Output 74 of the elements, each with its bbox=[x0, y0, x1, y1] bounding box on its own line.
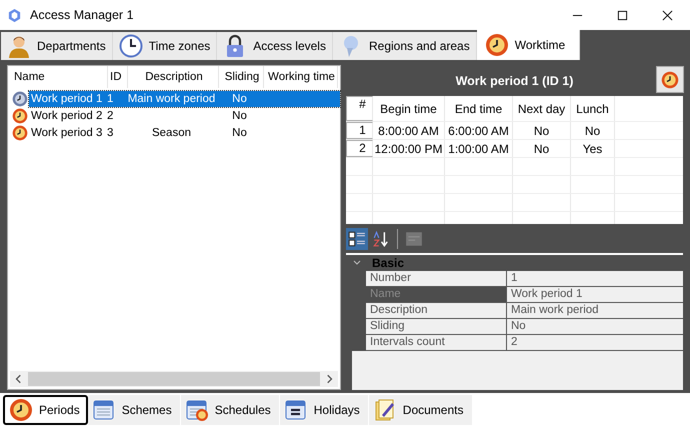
column-header[interactable]: Next day bbox=[513, 96, 571, 121]
table-cell: No bbox=[571, 122, 615, 139]
column-header[interactable]: ID bbox=[108, 66, 128, 88]
tab[interactable]: Departments bbox=[1, 32, 113, 60]
table-cell: 8:00:00 AM bbox=[373, 122, 445, 139]
column-header[interactable]: # bbox=[346, 96, 373, 121]
clock-icon bbox=[9, 398, 33, 422]
column-header[interactable]: End time bbox=[445, 96, 513, 121]
clock-icon bbox=[12, 108, 28, 124]
horizontal-scrollbar[interactable] bbox=[10, 371, 338, 387]
tab[interactable]: Regions and areas bbox=[332, 32, 477, 60]
tab[interactable]: Schedules bbox=[180, 395, 280, 425]
clock-icon bbox=[661, 70, 679, 88]
document-pen-icon bbox=[372, 398, 397, 422]
table-cell-text: No bbox=[231, 108, 248, 124]
calendar-icon bbox=[284, 398, 308, 422]
table-cell-text: No bbox=[231, 126, 248, 140]
table-cell-text: No bbox=[231, 92, 248, 106]
column-header[interactable]: Working time bbox=[264, 66, 338, 88]
period-title: Work period 1 (ID 1) bbox=[456, 74, 574, 88]
tab[interactable]: Time zones bbox=[112, 32, 218, 60]
property-value[interactable]: Main work period bbox=[507, 303, 683, 319]
table-cell: 12:00:00 PM bbox=[373, 140, 445, 157]
table-cell-text: Work period 3 bbox=[30, 126, 104, 140]
period-row[interactable]: Work period 1 1 Main work period No bbox=[29, 90, 340, 106]
category-label: Basic bbox=[372, 256, 404, 270]
calendar-icon bbox=[92, 398, 116, 422]
tab[interactable]: Documents bbox=[368, 395, 472, 425]
add-interval-button[interactable] bbox=[656, 66, 684, 93]
person-icon bbox=[7, 34, 31, 58]
table-cell-text: Work period 2 bbox=[30, 108, 104, 124]
property-value[interactable]: No bbox=[507, 319, 683, 335]
period-row[interactable]: Work period 2 2 No bbox=[29, 108, 261, 124]
property-name[interactable]: Sliding bbox=[366, 319, 507, 335]
tab[interactable]: Access levels bbox=[217, 32, 333, 60]
table-cell: 6:00:00 AM bbox=[445, 122, 513, 139]
tab[interactable]: Periods bbox=[3, 395, 88, 425]
scrollbar-thumb[interactable] bbox=[28, 372, 320, 386]
property-value[interactable]: 2 bbox=[507, 335, 683, 351]
table-cell: No bbox=[513, 140, 571, 157]
column-header[interactable]: Name bbox=[12, 66, 108, 88]
property-name[interactable]: Description bbox=[366, 303, 507, 319]
table-cell: 1 bbox=[346, 122, 373, 139]
table-cell-text: 2 bbox=[106, 108, 114, 124]
table-cell: 1:00:00 AM bbox=[445, 140, 513, 157]
column-header[interactable]: Sliding bbox=[219, 66, 264, 88]
property-value[interactable]: 1 bbox=[507, 271, 683, 287]
tab[interactable]: Schemes bbox=[88, 395, 181, 425]
clock-icon bbox=[12, 90, 28, 106]
clock-icon bbox=[12, 124, 28, 140]
maximize-icon[interactable] bbox=[617, 10, 628, 20]
property-value[interactable]: Work period 1 bbox=[507, 287, 683, 303]
table-cell-text: Season bbox=[150, 126, 192, 140]
tab[interactable]: Holidays bbox=[280, 395, 369, 425]
app-icon bbox=[7, 8, 22, 22]
table-cell: 2 bbox=[346, 140, 373, 157]
table-cell-text: 3 bbox=[106, 126, 114, 140]
clock-icon bbox=[484, 33, 509, 57]
property-name[interactable]: Intervals count bbox=[366, 335, 507, 351]
categorized-button[interactable] bbox=[346, 228, 368, 250]
column-header[interactable]: Lunch bbox=[571, 96, 615, 121]
table-cell: Yes bbox=[571, 140, 615, 157]
window-title: Access Manager 1 bbox=[30, 8, 134, 22]
table-cell-text: Main work period bbox=[126, 92, 216, 106]
tab[interactable]: Worktime bbox=[476, 30, 580, 60]
column-header[interactable]: Begin time bbox=[373, 96, 445, 121]
period-row[interactable]: Work period 3 3 Season No bbox=[29, 124, 261, 140]
table-cell-text: Work period 1 bbox=[30, 92, 104, 106]
table-cell-text: 1 bbox=[106, 92, 114, 106]
table-cell: No bbox=[513, 122, 571, 139]
column-header[interactable]: Description bbox=[128, 66, 219, 88]
calendar-clock-icon bbox=[184, 398, 209, 422]
clock-icon bbox=[118, 34, 143, 58]
close-icon[interactable] bbox=[662, 10, 673, 20]
